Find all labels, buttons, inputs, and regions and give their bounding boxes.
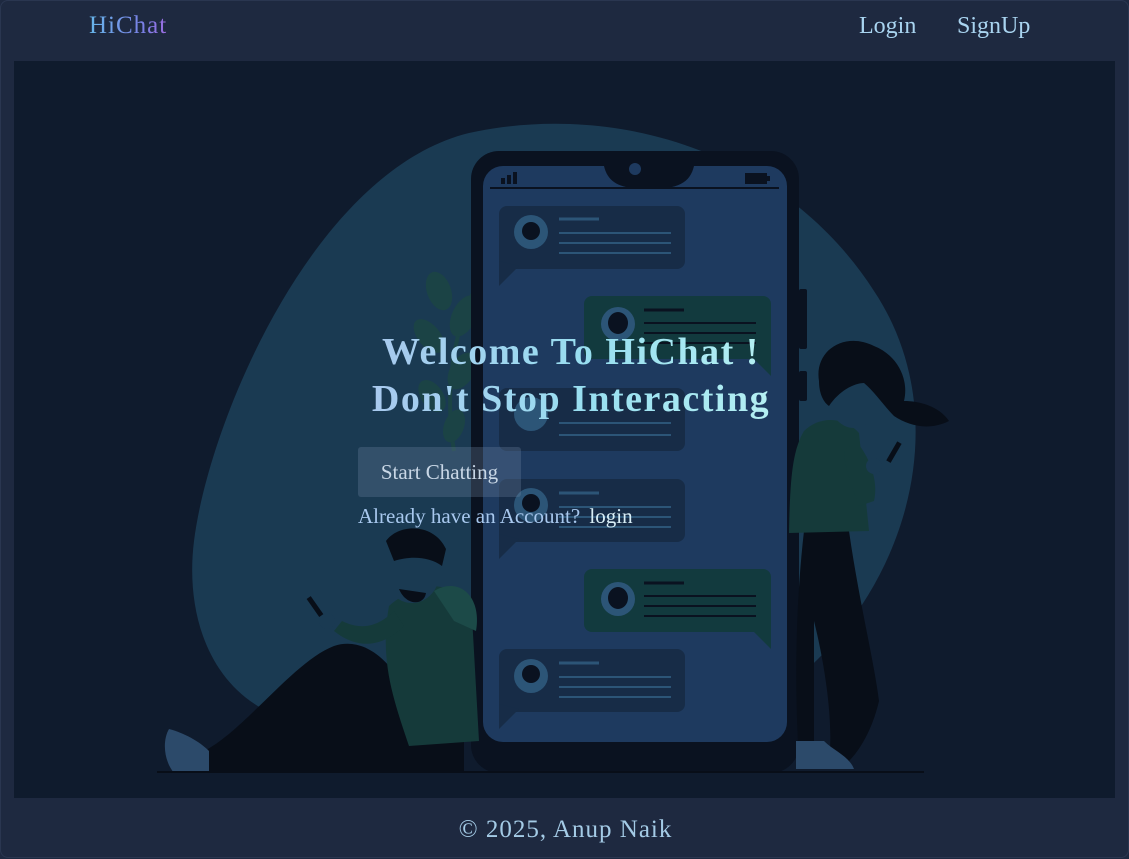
app-window: HiChat Login SignUp Welcome To HiChat ! … xyxy=(0,0,1129,858)
brand-logo[interactable]: HiChat xyxy=(89,12,167,40)
headline-line-2: Don't Stop Interacting xyxy=(371,378,771,420)
copyright-text: © 2025, Anup Naik xyxy=(458,816,673,843)
headline-line-1: Welcome To HiChat ! xyxy=(382,331,760,373)
nav-login-link[interactable]: Login xyxy=(859,13,916,40)
battery-icon xyxy=(745,173,770,184)
phone-illustration xyxy=(471,151,807,773)
navbar: HiChat Login SignUp xyxy=(1,1,1129,59)
hero-headline: Welcome To HiChat ! Don't Stop Interacti… xyxy=(356,329,786,423)
footer: © 2025, Anup Naik xyxy=(1,799,1129,859)
login-link[interactable]: login xyxy=(589,504,632,528)
chat-phone-illustration xyxy=(157,123,949,773)
account-prompt: Already have an Account? login xyxy=(358,504,633,529)
hero-section: Welcome To HiChat ! Don't Stop Interacti… xyxy=(14,61,1115,798)
nav-signup-link[interactable]: SignUp xyxy=(957,13,1030,40)
start-chatting-button[interactable]: Start Chatting xyxy=(358,447,521,497)
account-prompt-text: Already have an Account? xyxy=(358,504,581,528)
